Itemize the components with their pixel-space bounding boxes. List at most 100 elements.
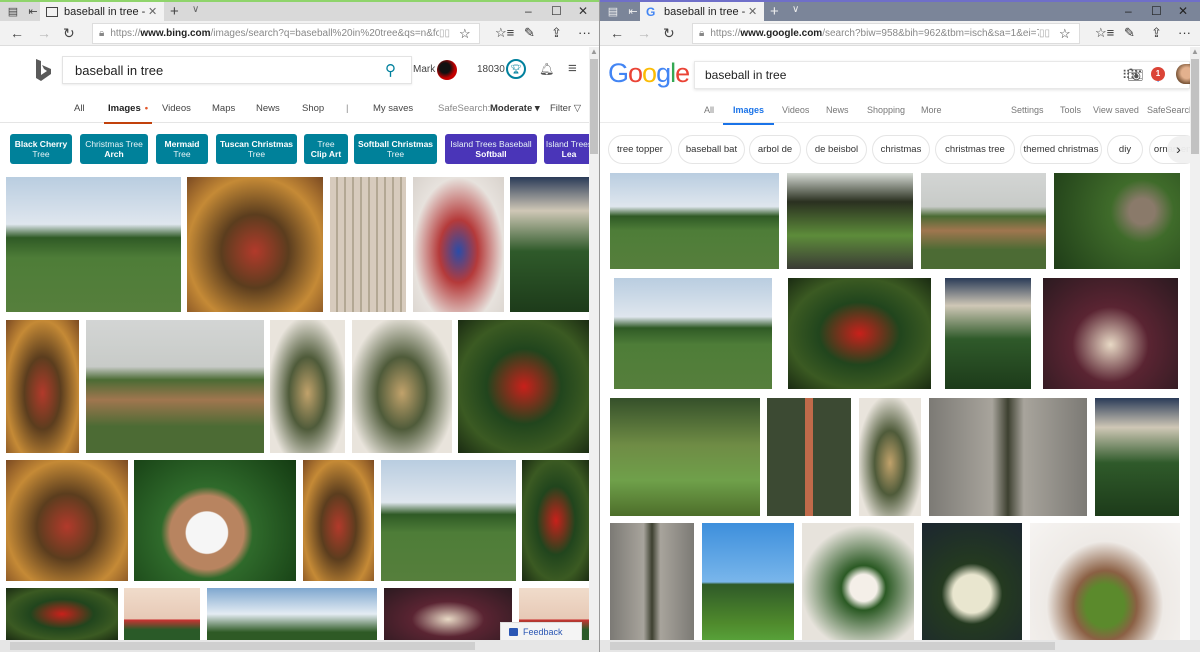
related-search-chip[interactable]: Softball Christmas Tree	[354, 134, 437, 164]
image-result[interactable]	[788, 278, 931, 389]
image-result[interactable]	[458, 320, 590, 453]
nav-news[interactable]: News	[256, 103, 280, 114]
feedback-button[interactable]: Feedback	[500, 622, 582, 642]
nav-settings[interactable]: Settings	[1011, 105, 1044, 115]
notification-badge[interactable]: 1	[1151, 67, 1165, 81]
image-result[interactable]	[1095, 398, 1179, 516]
scrollbar-thumb[interactable]	[1191, 59, 1199, 154]
set-aside-tabs-icon[interactable]: ⇤	[625, 5, 641, 19]
search-icon[interactable]: ⚲	[385, 61, 411, 79]
image-result[interactable]	[330, 177, 406, 312]
image-result[interactable]	[6, 460, 128, 581]
nav-all[interactable]: All	[74, 103, 85, 114]
minimize-button[interactable]: –	[525, 4, 532, 18]
horizontal-scrollbar[interactable]	[600, 640, 1200, 652]
related-search-chip[interactable]: baseball bat	[678, 135, 745, 164]
image-result[interactable]	[1043, 278, 1178, 389]
nav-safesearch[interactable]: SafeSearch	[1147, 105, 1194, 115]
related-search-chip[interactable]: Black Cherry Tree	[10, 134, 72, 164]
browser-tab[interactable]: baseball in tree - Bing ir ✕	[40, 2, 164, 21]
rewards-points[interactable]: 18030	[477, 64, 505, 75]
nav-my-saves[interactable]: My saves	[373, 103, 413, 114]
safesearch-dropdown[interactable]: Moderate ▾	[490, 103, 540, 114]
web-note-icon[interactable]: ✎	[1124, 25, 1135, 41]
close-window-button[interactable]: ✕	[578, 4, 588, 18]
image-result[interactable]	[522, 460, 590, 581]
share-icon[interactable]: ⇪	[1151, 25, 1162, 41]
nav-news[interactable]: News	[826, 105, 849, 115]
image-result[interactable]	[922, 523, 1022, 641]
image-result[interactable]	[187, 177, 323, 312]
google-logo[interactable]: Google	[608, 58, 690, 89]
related-search-chip[interactable]: diy	[1107, 135, 1143, 164]
image-result[interactable]	[1030, 523, 1180, 641]
address-bar[interactable]: 🔒︎ https://www.google.com/search?biw=958…	[692, 23, 1080, 44]
image-result[interactable]	[384, 588, 512, 640]
image-result[interactable]	[6, 177, 181, 312]
forward-icon[interactable]: →	[37, 25, 51, 41]
refresh-icon[interactable]: ↻	[663, 25, 675, 41]
image-result[interactable]	[859, 398, 921, 516]
maximize-button[interactable]: ☐	[551, 4, 562, 18]
nav-all[interactable]: All	[704, 105, 714, 115]
image-result[interactable]	[767, 398, 851, 516]
rewards-trophy-icon[interactable]: 🏆︎	[506, 59, 526, 79]
image-result[interactable]	[1054, 173, 1180, 269]
image-result[interactable]	[134, 460, 296, 581]
image-result[interactable]	[702, 523, 794, 641]
nav-view-saved[interactable]: View saved	[1093, 105, 1139, 115]
related-search-chip[interactable]: Island Trees Baseball Softball	[445, 134, 537, 164]
more-icon[interactable]: ···	[578, 25, 591, 40]
scroll-up-icon[interactable]: ▲	[590, 47, 598, 56]
image-result[interactable]	[6, 588, 118, 640]
image-result[interactable]	[381, 460, 516, 581]
favorite-star-icon[interactable]: ☆	[459, 26, 479, 42]
nav-shopping[interactable]: Shopping	[867, 105, 905, 115]
avatar[interactable]	[437, 60, 457, 80]
reading-view-icon[interactable]: ▯▯	[439, 28, 459, 39]
maximize-button[interactable]: ☐	[1151, 4, 1162, 18]
image-result[interactable]	[510, 177, 590, 312]
hamburger-menu-icon[interactable]: ≡	[568, 60, 577, 77]
related-search-chip[interactable]: Mermaid Tree	[156, 134, 208, 164]
search-box[interactable]: baseball in tree ⚲	[62, 56, 412, 84]
related-search-chip[interactable]: christmas tree	[935, 135, 1015, 164]
horizontal-scrollbar[interactable]	[0, 640, 599, 652]
scrollbar-thumb[interactable]	[10, 642, 475, 650]
vertical-scrollbar[interactable]: ▲	[589, 47, 599, 640]
image-result[interactable]	[86, 320, 264, 453]
related-search-chip[interactable]: tree topper	[608, 135, 672, 164]
nav-images[interactable]: Images •	[103, 103, 153, 124]
set-aside-tabs-icon[interactable]: ⇤	[25, 5, 41, 19]
tab-list-chevron-icon[interactable]: ∨	[792, 4, 799, 15]
nav-videos[interactable]: Videos	[162, 103, 191, 114]
image-result[interactable]	[303, 460, 374, 581]
image-result[interactable]	[352, 320, 452, 453]
user-name[interactable]: Mark	[413, 64, 435, 75]
related-search-chip[interactable]: Tree Clip Art	[304, 134, 348, 164]
image-result[interactable]	[945, 278, 1031, 389]
chevron-right-icon[interactable]: ›	[1167, 136, 1190, 163]
image-result[interactable]	[787, 173, 913, 269]
back-icon[interactable]: ←	[10, 25, 24, 41]
image-result[interactable]	[413, 177, 504, 312]
image-result[interactable]	[270, 320, 345, 453]
forward-icon[interactable]: →	[637, 25, 651, 41]
nav-images[interactable]: Images	[722, 105, 775, 125]
back-icon[interactable]: ←	[610, 25, 624, 41]
tab-preview-icon[interactable]: ▤	[5, 5, 21, 19]
image-result[interactable]	[6, 320, 79, 453]
refresh-icon[interactable]: ↻	[63, 25, 75, 41]
reading-view-icon[interactable]: ▯▯	[1039, 28, 1059, 39]
nav-tools[interactable]: Tools	[1060, 105, 1081, 115]
apps-grid-icon[interactable]: ⠿⠿	[1122, 68, 1139, 82]
new-tab-button[interactable]: +	[770, 3, 779, 20]
tab-preview-icon[interactable]: ▤	[605, 5, 621, 19]
close-tab-icon[interactable]: ✕	[748, 5, 764, 18]
related-search-chip[interactable]: christmas	[872, 135, 930, 164]
minimize-button[interactable]: –	[1125, 4, 1132, 18]
tab-list-chevron-icon[interactable]: ∨	[192, 4, 199, 15]
related-search-chip[interactable]: Tuscan Christmas Tree	[216, 134, 297, 164]
nav-more[interactable]: More	[921, 105, 942, 115]
new-tab-button[interactable]: +	[170, 3, 179, 20]
